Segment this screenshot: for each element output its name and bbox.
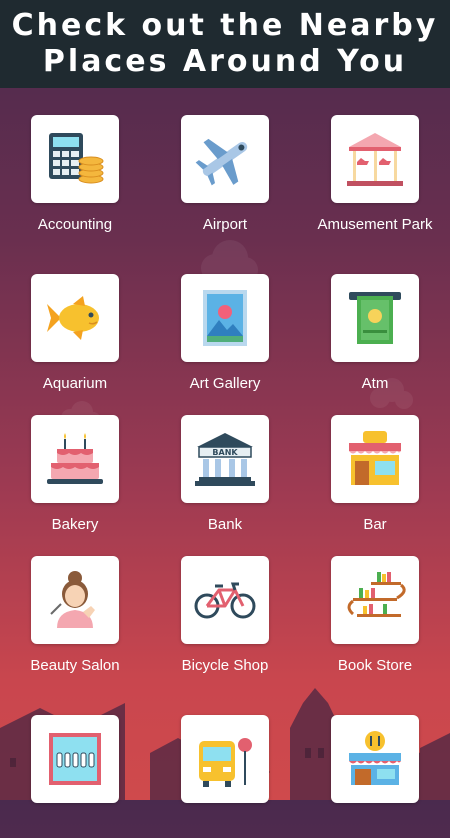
bicycle-icon	[194, 582, 256, 619]
place-label-beauty-salon: Beauty Salon	[30, 657, 120, 674]
cash-dispense-icon	[349, 292, 401, 344]
place-icon-box	[331, 115, 419, 203]
place-icon-box	[331, 715, 419, 803]
place-tile-amusement-park[interactable]: Amusement Park	[300, 88, 450, 238]
bank-building-icon: BANK	[195, 433, 255, 486]
framed-picture-icon	[203, 290, 247, 346]
place-tile-atm[interactable]: Atm	[300, 247, 450, 397]
header-title-line-2: Places Around You	[42, 44, 408, 79]
place-label-airport: Airport	[202, 216, 248, 233]
calculator-coins-icon	[49, 133, 104, 184]
cafe-storefront-icon	[349, 731, 401, 785]
place-tile-book-store[interactable]: Book Store	[300, 529, 450, 679]
place-tile-bus-station[interactable]	[150, 688, 300, 838]
header-title-line-1: Check out the Nearby	[11, 8, 439, 43]
place-icon-box	[181, 556, 269, 644]
place-icon-box	[31, 715, 119, 803]
place-tile-cafe[interactable]	[300, 688, 450, 838]
place-label-accounting: Accounting	[37, 216, 113, 233]
place-tile-bakery[interactable]: Bakery	[0, 388, 150, 538]
place-tile-bank[interactable]: BANK Bank	[150, 388, 300, 538]
bowling-alley-icon	[49, 733, 101, 785]
places-grid: Accounting Airport Amusement Park Aquari…	[0, 88, 450, 803]
place-icon-box	[31, 556, 119, 644]
place-label-book-store: Book Store	[337, 657, 413, 674]
place-icon-box	[31, 415, 119, 503]
airplane-icon	[195, 138, 248, 186]
place-tile-art-gallery[interactable]: Art Gallery	[150, 247, 300, 397]
bus-station-icon	[199, 738, 252, 787]
place-icon-box	[181, 115, 269, 203]
page-header: Check out the Nearby Places Around You	[0, 0, 450, 88]
place-icon-box	[181, 715, 269, 803]
place-icon-box	[181, 274, 269, 362]
woman-makeup-icon	[50, 571, 95, 628]
svg-text:BANK: BANK	[212, 448, 238, 457]
place-tile-airport[interactable]: Airport	[150, 88, 300, 238]
place-icon-box	[331, 556, 419, 644]
place-tile-bowling-alley[interactable]	[0, 688, 150, 838]
bar-storefront-icon	[349, 431, 401, 485]
bookshelf-icon	[347, 572, 406, 617]
place-label-bicycle-shop: Bicycle Shop	[181, 657, 269, 674]
place-tile-aquarium[interactable]: Aquarium	[0, 247, 150, 397]
goldfish-icon	[47, 296, 99, 340]
place-tile-bicycle-shop[interactable]: Bicycle Shop	[150, 529, 300, 679]
place-tile-beauty-salon[interactable]: Beauty Salon	[0, 529, 150, 679]
place-icon-box	[31, 274, 119, 362]
place-label-amusement-park: Amusement Park	[317, 216, 433, 233]
place-icon-box	[31, 115, 119, 203]
cake-icon	[47, 433, 103, 484]
place-icon-box: BANK	[181, 415, 269, 503]
place-icon-box	[331, 274, 419, 362]
place-icon-box	[331, 415, 419, 503]
place-tile-bar[interactable]: Bar	[300, 388, 450, 538]
carousel-icon	[347, 133, 403, 186]
place-tile-accounting[interactable]: Accounting	[0, 88, 150, 238]
